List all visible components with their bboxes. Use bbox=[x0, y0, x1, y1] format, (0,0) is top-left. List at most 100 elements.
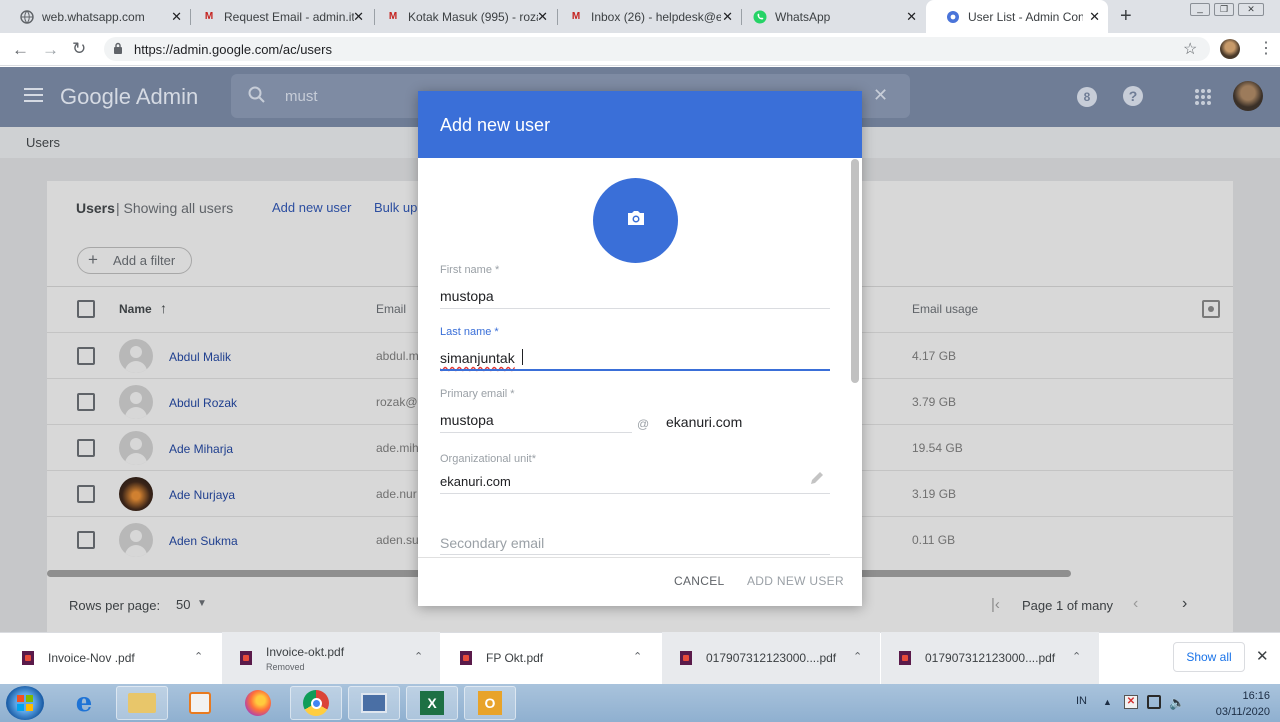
apps-grid-icon[interactable] bbox=[1195, 89, 1211, 110]
photo-upload-button[interactable] bbox=[593, 178, 678, 263]
domain-select[interactable]: ekanuri.com bbox=[666, 414, 742, 430]
last-name-field[interactable]: simanjuntak bbox=[440, 350, 515, 366]
tab-user-list[interactable]: User List - Admin Conso ✕ bbox=[926, 0, 1108, 33]
media-player-icon[interactable] bbox=[174, 686, 226, 720]
row-checkbox[interactable] bbox=[77, 531, 95, 549]
last-name-label: Last name * bbox=[440, 326, 499, 338]
select-all-checkbox[interactable] bbox=[77, 300, 95, 318]
email-column-header[interactable]: Email bbox=[376, 302, 406, 316]
plus-icon: + bbox=[88, 250, 98, 269]
excel-icon[interactable]: X bbox=[406, 686, 458, 720]
menu-kebab-icon[interactable]: ⋮ bbox=[1258, 38, 1274, 58]
first-name-underline bbox=[440, 308, 830, 309]
network-warning-icon[interactable]: ✕ bbox=[1124, 695, 1138, 709]
tray-expand-icon[interactable]: ▲ bbox=[1103, 697, 1112, 707]
close-tab-icon[interactable]: ✕ bbox=[906, 9, 917, 25]
volume-icon[interactable]: 🔈 bbox=[1169, 695, 1185, 711]
prev-page-icon[interactable]: ‹ bbox=[1133, 595, 1138, 613]
add-new-user-link[interactable]: Add new user bbox=[272, 200, 352, 215]
usage-column-header[interactable]: Email usage bbox=[912, 302, 978, 316]
close-download-bar-icon[interactable]: ✕ bbox=[1256, 647, 1269, 665]
user-name-link[interactable]: Aden Sukma bbox=[169, 534, 238, 548]
search-input[interactable]: must bbox=[285, 88, 318, 105]
first-name-field[interactable]: mustopa bbox=[440, 288, 494, 304]
row-checkbox[interactable] bbox=[77, 347, 95, 365]
add-new-user-button[interactable]: ADD NEW USER bbox=[747, 574, 844, 588]
back-icon[interactable]: ← bbox=[12, 40, 29, 60]
row-checkbox[interactable] bbox=[77, 439, 95, 457]
download-item[interactable]: 017907312123000....pdf ⌃ bbox=[662, 632, 880, 684]
chevron-up-icon[interactable]: ⌃ bbox=[1072, 650, 1081, 663]
tab-whatsapp[interactable]: WhatsApp ✕ bbox=[733, 0, 925, 33]
primary-email-field[interactable]: mustopa bbox=[440, 412, 494, 428]
name-column-header[interactable]: Name bbox=[119, 302, 152, 316]
profile-avatar[interactable] bbox=[1220, 39, 1240, 59]
user-name-link[interactable]: Abdul Malik bbox=[169, 350, 231, 364]
first-page-icon[interactable]: |‹ bbox=[991, 596, 1000, 613]
remote-desktop-icon[interactable] bbox=[348, 686, 400, 720]
column-settings-icon[interactable] bbox=[1202, 300, 1220, 318]
internet-explorer-icon[interactable]: e bbox=[58, 686, 110, 720]
row-checkbox[interactable] bbox=[77, 485, 95, 503]
chevron-up-icon[interactable]: ⌃ bbox=[853, 650, 862, 663]
account-avatar[interactable] bbox=[1233, 81, 1263, 111]
user-name-link[interactable]: Ade Miharja bbox=[169, 442, 233, 456]
org-unit-field[interactable]: ekanuri.com bbox=[440, 474, 511, 489]
row-checkbox[interactable] bbox=[77, 393, 95, 411]
chevron-down-icon[interactable]: ▼ bbox=[197, 598, 207, 609]
clear-search-icon[interactable]: ✕ bbox=[873, 85, 888, 106]
at-symbol: @ bbox=[637, 417, 650, 431]
secondary-email-field[interactable]: Secondary email bbox=[440, 535, 544, 551]
tab-kotak-masuk[interactable]: M Kotak Masuk (995) - roza ✕ bbox=[366, 0, 556, 33]
dialog-scrollbar[interactable] bbox=[851, 159, 859, 383]
cancel-button[interactable]: CANCEL bbox=[674, 574, 724, 588]
monitor-tray-icon[interactable] bbox=[1147, 695, 1161, 709]
download-item[interactable]: Invoice-Nov .pdf ⌃ bbox=[0, 632, 220, 684]
sort-ascending-icon[interactable]: ↑ bbox=[160, 300, 167, 316]
help-icon[interactable]: ? bbox=[1123, 86, 1143, 106]
restore-icon[interactable]: ❐ bbox=[1214, 3, 1234, 16]
clock-time[interactable]: 16:16 bbox=[1200, 690, 1270, 702]
chevron-up-icon[interactable]: ⌃ bbox=[194, 650, 203, 663]
bulk-upload-link[interactable]: Bulk up bbox=[374, 200, 417, 215]
google-admin-logo[interactable]: Google Admin bbox=[60, 84, 198, 110]
clock-date[interactable]: 03/11/2020 bbox=[1200, 706, 1270, 718]
outlook-icon[interactable]: O bbox=[464, 686, 516, 720]
notification-badge[interactable]: 8 bbox=[1077, 87, 1097, 107]
chrome-icon[interactable] bbox=[290, 686, 342, 720]
chevron-up-icon[interactable]: ⌃ bbox=[633, 650, 642, 663]
reload-icon[interactable]: ↻ bbox=[72, 39, 86, 59]
close-tab-icon[interactable]: ✕ bbox=[1089, 9, 1100, 25]
edit-pencil-icon[interactable] bbox=[809, 470, 825, 491]
download-item[interactable]: Invoice-okt.pdf Removed ⌃ bbox=[222, 632, 440, 684]
user-name-link[interactable]: Ade Nurjaya bbox=[169, 488, 235, 502]
users-subtitle: | Showing all users bbox=[116, 200, 234, 216]
firefox-icon[interactable] bbox=[232, 686, 284, 720]
download-item[interactable]: 017907312123000....pdf ⌃ bbox=[881, 632, 1099, 684]
forward-icon[interactable]: → bbox=[42, 40, 59, 60]
minimize-icon[interactable]: _ bbox=[1190, 3, 1210, 16]
hamburger-menu-icon[interactable] bbox=[24, 87, 43, 108]
close-tab-icon[interactable]: ✕ bbox=[353, 9, 364, 25]
tab-request-email[interactable]: M Request Email - admin.it ✕ bbox=[182, 0, 372, 33]
download-item[interactable]: FP Okt.pdf ⌃ bbox=[442, 632, 660, 684]
bookmark-star-icon[interactable]: ☆ bbox=[1183, 39, 1197, 59]
show-all-button[interactable]: Show all bbox=[1173, 642, 1245, 672]
breadcrumb[interactable]: Users bbox=[26, 135, 60, 150]
tab-whatsapp-web[interactable]: web.whatsapp.com ✕ bbox=[0, 0, 190, 33]
email-usage: 3.19 GB bbox=[912, 487, 957, 501]
close-window-icon[interactable]: ✕ bbox=[1238, 3, 1264, 16]
close-tab-icon[interactable]: ✕ bbox=[722, 9, 733, 25]
file-explorer-icon[interactable] bbox=[116, 686, 168, 720]
rows-per-page-select[interactable]: 50 bbox=[176, 597, 190, 612]
close-tab-icon[interactable]: ✕ bbox=[171, 9, 182, 25]
close-tab-icon[interactable]: ✕ bbox=[537, 9, 548, 25]
next-page-icon[interactable]: › bbox=[1182, 595, 1187, 613]
start-button[interactable] bbox=[6, 686, 44, 720]
language-indicator[interactable]: IN bbox=[1076, 695, 1087, 707]
pdf-file-icon bbox=[22, 651, 34, 665]
user-name-link[interactable]: Abdul Rozak bbox=[169, 396, 237, 410]
new-tab-button[interactable]: + bbox=[1120, 5, 1132, 28]
tab-inbox-helpdesk[interactable]: M Inbox (26) - helpdesk@e ✕ bbox=[549, 0, 741, 33]
chevron-up-icon[interactable]: ⌃ bbox=[414, 650, 423, 663]
